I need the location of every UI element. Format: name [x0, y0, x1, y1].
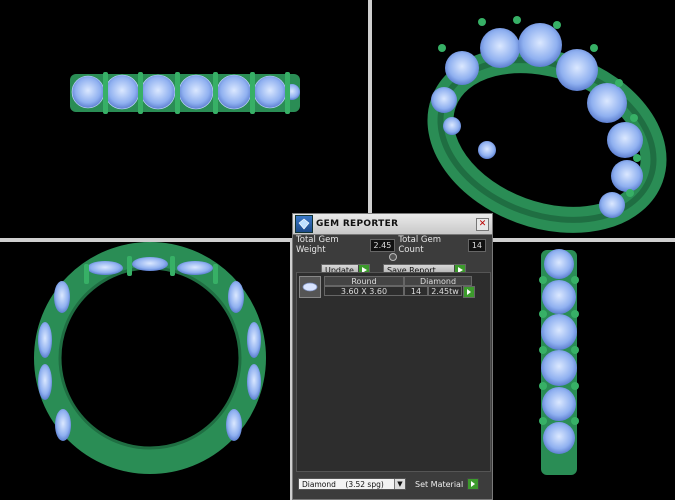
set-material-label: Set Material: [415, 479, 464, 489]
gem-reporter-logo-icon: [295, 215, 313, 233]
gem-reporter-panel: GEM REPORTER ✕ Total Gem Weight 2.45 Tot…: [292, 213, 493, 500]
viewport-perspective[interactable]: [372, 0, 675, 238]
gem-size-cell: 3.60 X 3.60: [324, 286, 404, 296]
ring-top-view: [34, 242, 266, 474]
ring-end-view: [539, 249, 579, 475]
gem-weight-cell: 2.45tw: [428, 286, 462, 296]
set-material-button[interactable]: [467, 478, 480, 490]
panel-titlebar[interactable]: GEM REPORTER ✕: [293, 214, 492, 235]
total-gem-weight-label: Total Gem Weight: [296, 235, 339, 255]
ring-perspective-view: [427, 16, 667, 233]
material-row: Diamond (3.52 spg) ▼ Set Material: [298, 477, 488, 491]
chevron-down-icon[interactable]: ▼: [394, 479, 405, 489]
gem-count-cell: 14: [404, 286, 428, 296]
viewport-divider-vertical[interactable]: [368, 0, 372, 242]
close-icon[interactable]: ✕: [476, 217, 489, 231]
viewport-right[interactable]: [493, 242, 675, 500]
gem-stats-row: Total Gem Weight 2.45 Total Gem Count 14: [293, 235, 492, 255]
list-item[interactable]: Round Diamond 3.60 X 3.60 14 2.45tw: [299, 276, 488, 298]
round-gem-icon: [299, 276, 321, 298]
gem-table: Round Diamond 3.60 X 3.60 14 2.45tw: [324, 276, 488, 298]
select-gem-button[interactable]: [463, 286, 475, 298]
gem-list[interactable]: Round Diamond 3.60 X 3.60 14 2.45tw: [296, 272, 491, 472]
panel-title: GEM REPORTER: [316, 219, 399, 229]
material-select-value: Diamond (3.52 spg): [302, 479, 384, 489]
ring-side-view: [70, 72, 300, 114]
viewport-top[interactable]: [0, 242, 290, 500]
gem-material-header: Diamond: [404, 276, 472, 286]
viewport-front[interactable]: [0, 0, 368, 238]
total-gem-count-value: 14: [467, 238, 486, 252]
total-gem-count-label: Total Gem Count: [398, 235, 442, 255]
splitter-knob-icon[interactable]: [388, 253, 397, 261]
total-gem-weight-value: 2.45: [369, 238, 396, 252]
material-select[interactable]: Diamond (3.52 spg) ▼: [298, 478, 406, 490]
gem-shape-header: Round: [324, 276, 404, 286]
